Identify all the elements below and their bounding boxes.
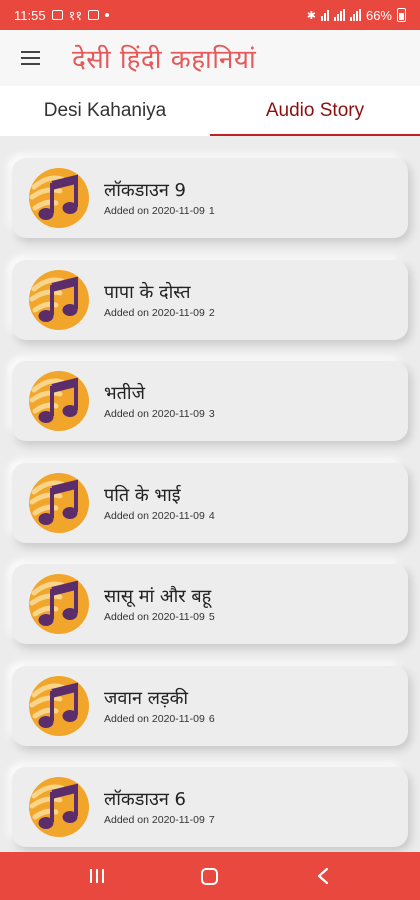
gallery-icon bbox=[51, 10, 63, 20]
added-on-label: Added on bbox=[104, 814, 149, 826]
added-on-label: Added on bbox=[104, 408, 149, 420]
story-number: 6 bbox=[208, 712, 215, 725]
audio-story-list[interactable]: लॉकडाउन 9 Added on 2020-11-09 1 पापा के दोस… bbox=[0, 136, 420, 852]
story-text: पापा के दोस्त Added on 2020-11-09 2 bbox=[104, 281, 215, 319]
music-note-icon bbox=[29, 574, 89, 634]
story-date: 2020-11-09 bbox=[151, 306, 205, 319]
status-extra: ११ bbox=[68, 8, 83, 23]
story-card[interactable]: पापा के दोस्त Added on 2020-11-09 2 bbox=[12, 259, 408, 340]
battery-percent: 66% bbox=[365, 7, 392, 23]
signal-icon-2 bbox=[349, 9, 361, 21]
added-on-label: Added on bbox=[104, 712, 149, 725]
tab-desi-kahaniya[interactable]: Desi Kahaniya bbox=[0, 86, 210, 136]
story-date: 2020-11-09 bbox=[151, 408, 205, 420]
alarm-icon: ✱ bbox=[306, 9, 316, 22]
system-nav-bar bbox=[0, 852, 420, 900]
story-meta: Added on 2020-11-09 7 bbox=[104, 814, 215, 826]
story-date: 2020-11-09 bbox=[151, 205, 205, 217]
story-meta: Added on 2020-11-09 3 bbox=[104, 408, 215, 420]
music-note-icon bbox=[29, 777, 89, 837]
story-text: लॉकडाउन 9 Added on 2020-11-09 1 bbox=[104, 179, 215, 217]
home-button[interactable] bbox=[190, 856, 230, 896]
story-meta: Added on 2020-11-09 6 bbox=[104, 713, 215, 725]
story-date: 2020-11-09 bbox=[151, 611, 205, 623]
added-on-label: Added on bbox=[104, 205, 149, 217]
story-number: 1 bbox=[208, 205, 215, 217]
music-note-icon bbox=[29, 371, 89, 431]
app-title: देसी हिंदी कहानियां bbox=[72, 45, 257, 75]
music-note-icon bbox=[29, 269, 89, 330]
app-bar: देसी हिंदी कहानियां bbox=[0, 30, 420, 86]
story-text: सासू मां और बहू Added on 2020-11-09 5 bbox=[104, 585, 215, 623]
story-card[interactable]: सासू मां और बहू Added on 2020-11-09 5 bbox=[12, 564, 408, 644]
story-card[interactable]: भतीजे Added on 2020-11-09 3 bbox=[12, 361, 408, 441]
story-card[interactable]: पति के भाई Added on 2020-11-09 4 bbox=[12, 462, 408, 543]
story-number: 3 bbox=[208, 408, 215, 420]
home-icon bbox=[201, 867, 219, 885]
story-text: जवान लड़की Added on 2020-11-09 6 bbox=[104, 687, 215, 725]
story-title: पति के भाई bbox=[104, 484, 181, 506]
back-button[interactable] bbox=[303, 856, 343, 896]
story-title: भतीजे bbox=[104, 383, 145, 404]
added-on-label: Added on bbox=[104, 509, 149, 522]
story-meta: Added on 2020-11-09 5 bbox=[104, 611, 215, 623]
story-number: 7 bbox=[208, 814, 215, 826]
story-title: लॉकडाउन 6 bbox=[104, 789, 187, 810]
signal-icon bbox=[333, 9, 345, 21]
story-title: सासू मां और बहू bbox=[104, 586, 212, 607]
wifi-icon bbox=[320, 9, 329, 21]
story-meta: Added on 2020-11-09 4 bbox=[104, 510, 215, 522]
story-number: 5 bbox=[208, 611, 215, 623]
story-date: 2020-11-09 bbox=[151, 814, 205, 826]
story-date: 2020-11-09 bbox=[151, 712, 205, 725]
story-number: 4 bbox=[208, 509, 215, 522]
story-card[interactable]: लॉकडाउन 9 Added on 2020-11-09 1 bbox=[12, 158, 408, 238]
story-date: 2020-11-09 bbox=[151, 509, 205, 522]
hamburger-menu-icon[interactable] bbox=[0, 30, 60, 86]
tab-bar: Desi Kahaniya Audio Story bbox=[0, 86, 420, 136]
story-text: लॉकडाउन 6 Added on 2020-11-09 7 bbox=[104, 788, 215, 826]
story-title: पापा के दोस्त bbox=[104, 281, 191, 303]
status-time: 11:55 bbox=[14, 7, 46, 23]
added-on-label: Added on bbox=[104, 611, 149, 623]
recent-apps-icon bbox=[89, 869, 104, 883]
music-note-icon bbox=[29, 168, 89, 228]
story-text: पति के भाई Added on 2020-11-09 4 bbox=[104, 484, 215, 522]
story-card[interactable]: लॉकडाउन 6 Added on 2020-11-09 7 bbox=[12, 767, 408, 847]
back-icon bbox=[318, 867, 329, 885]
story-text: भतीजे Added on 2020-11-09 3 bbox=[104, 382, 215, 420]
recent-apps-button[interactable] bbox=[77, 856, 117, 896]
story-number: 2 bbox=[208, 306, 215, 319]
story-meta: Added on 2020-11-09 1 bbox=[104, 205, 215, 217]
story-title: जवान लड़की bbox=[104, 687, 189, 709]
added-on-label: Added on bbox=[104, 306, 149, 319]
music-note-icon bbox=[29, 472, 89, 533]
tab-audio-story[interactable]: Audio Story bbox=[210, 86, 420, 136]
status-bar: 11:55 ११ ✱ 66% bbox=[0, 0, 420, 30]
notification-dot-icon bbox=[105, 13, 110, 17]
battery-icon bbox=[397, 8, 406, 22]
story-card[interactable]: जवान लड़की Added on 2020-11-09 6 bbox=[12, 665, 408, 746]
story-meta: Added on 2020-11-09 2 bbox=[104, 307, 215, 319]
story-title: लॉकडाउन 9 bbox=[104, 180, 187, 201]
music-note-icon bbox=[29, 675, 89, 736]
calendar-icon bbox=[88, 10, 100, 20]
